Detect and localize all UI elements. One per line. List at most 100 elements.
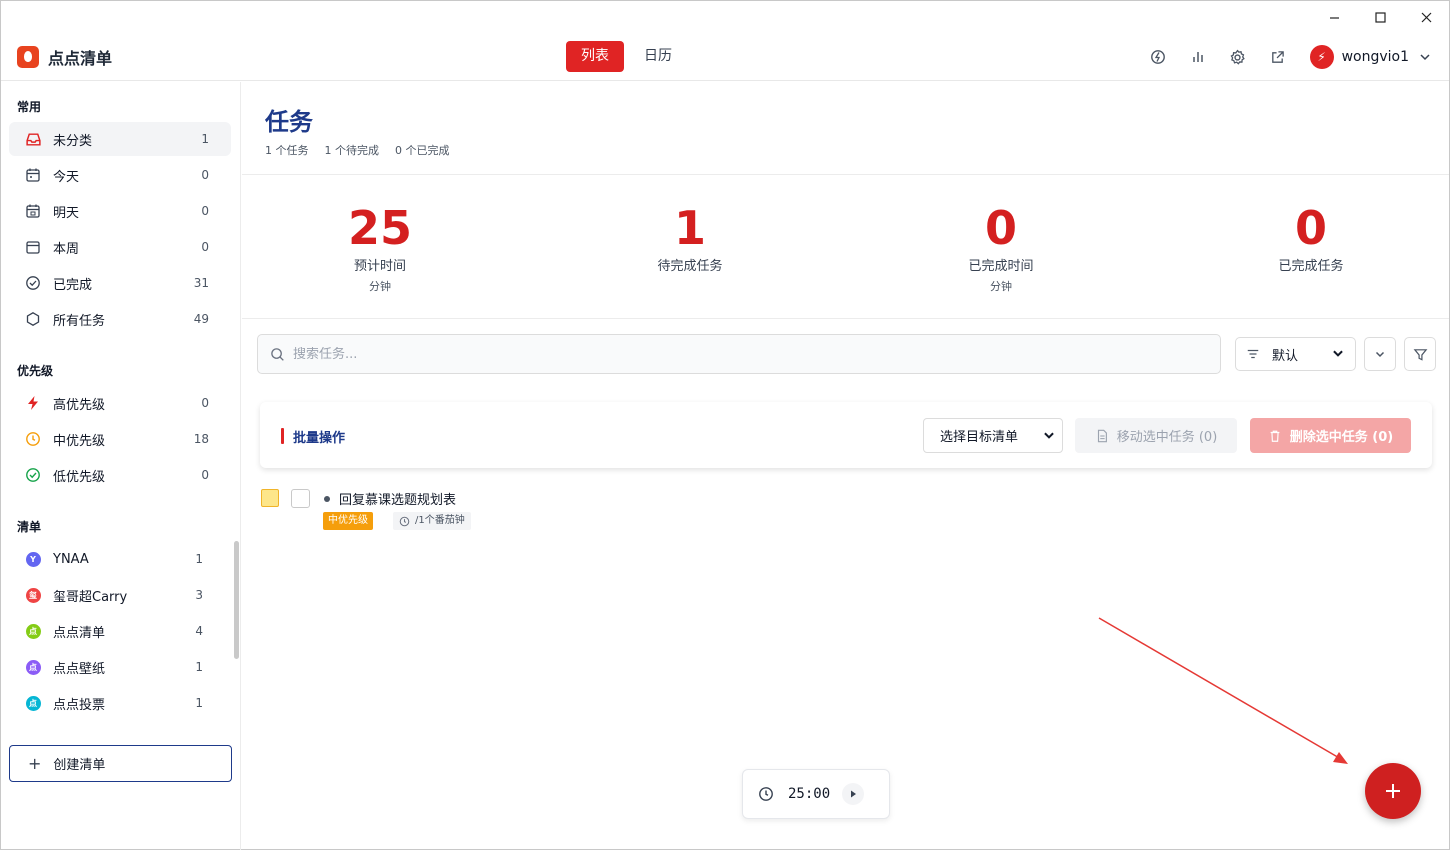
clock-icon xyxy=(399,516,410,526)
task-name[interactable]: 回复慕课选题规划表 xyxy=(339,489,456,508)
sidebar-item-label: YNAA xyxy=(53,551,89,567)
stat-label: 待完成任务 xyxy=(657,259,723,274)
section-title-common: 常用 xyxy=(17,100,42,114)
gear-icon xyxy=(1230,49,1245,65)
search-input[interactable] xyxy=(293,346,1193,362)
filter-button[interactable] xyxy=(1404,337,1436,371)
calendar-week-icon xyxy=(24,238,42,256)
stat-value: 0 xyxy=(1294,201,1327,255)
sort-icon xyxy=(1247,349,1259,359)
add-task-button[interactable] xyxy=(1365,763,1421,819)
list-badge-icon: 点 xyxy=(24,658,42,676)
search-box xyxy=(257,334,1221,374)
page-title: 任务 xyxy=(265,108,313,136)
delete-selected-label: 删除选中任务 (0) xyxy=(1289,430,1394,445)
sidebar-item-low-priority[interactable]: 低优先级 0 xyxy=(9,458,231,492)
app-name: 点点清单 xyxy=(48,49,113,68)
sidebar-item-count: 18 xyxy=(193,432,209,446)
document-icon xyxy=(1097,429,1107,442)
stats-button[interactable] xyxy=(1178,43,1218,71)
sidebar-item-list-ynaa[interactable]: Y YNAA 1 xyxy=(9,542,231,576)
close-button[interactable] xyxy=(1403,1,1449,33)
sidebar-item-uncategorized[interactable]: 未分类 1 xyxy=(9,122,231,156)
sidebar-item-list-diandian-qingdan[interactable]: 点 点点清单 4 xyxy=(9,614,231,648)
sidebar-item-label: 今天 xyxy=(53,169,80,185)
sidebar-item-label: 所有任务 xyxy=(53,313,106,329)
external-link-icon xyxy=(1272,50,1284,63)
clock-icon xyxy=(24,430,42,448)
sidebar-item-count: 1 xyxy=(201,132,209,146)
avatar: ⚡ xyxy=(1309,45,1334,69)
sidebar-item-all-tasks[interactable]: 所有任务 49 xyxy=(9,302,231,336)
summary-pending: 1 个待完成 xyxy=(324,144,380,157)
filter-icon xyxy=(1413,348,1427,361)
minimize-button[interactable] xyxy=(1311,1,1357,33)
external-link-button[interactable] xyxy=(1258,43,1298,71)
app-logo[interactable]: 点点清单 xyxy=(17,45,112,69)
sidebar-item-label: 低优先级 xyxy=(53,469,106,485)
theme-button[interactable] xyxy=(1138,43,1178,71)
sidebar-item-today[interactable]: 今天 0 xyxy=(9,158,231,192)
task-select-handle[interactable] xyxy=(261,489,279,507)
pomodoro-text: /1个番茄钟 xyxy=(415,515,465,526)
sort-select[interactable]: 默认 xyxy=(1235,337,1356,371)
sidebar-item-count: 4 xyxy=(195,624,203,638)
sidebar-item-list-diandian-toupiao[interactable]: 点 点点投票 1 xyxy=(9,686,231,720)
user-menu[interactable]: ⚡ wongvio1 xyxy=(1309,45,1431,69)
tab-list[interactable]: 列表 xyxy=(566,41,624,72)
chevron-down-icon xyxy=(1420,54,1430,61)
app-header: 点点清单 列表 日历 ⚡ wongvio1 xyxy=(1,33,1449,81)
sidebar-item-list-xige[interactable]: 玺 玺哥超Carry 3 xyxy=(9,578,231,612)
sidebar-item-list-diandian-bizhi[interactable]: 点 点点壁纸 1 xyxy=(9,650,231,684)
sidebar-item-medium-priority[interactable]: 中优先级 18 xyxy=(9,422,231,456)
stat-value: 1 xyxy=(673,201,706,255)
move-selected-button[interactable]: 移动选中任务 (0) xyxy=(1075,418,1237,453)
sidebar: 常用 未分类 1 今天 0 明天 0 本周 0 已完成 31 所有任务 49 优… xyxy=(1,82,241,850)
chevron-down-icon xyxy=(1044,432,1054,439)
header-actions: ⚡ wongvio1 xyxy=(1138,43,1431,71)
sidebar-item-completed[interactable]: 已完成 31 xyxy=(9,266,231,300)
priority-badge: 中优先级 xyxy=(323,512,373,530)
minimize-icon xyxy=(1329,16,1339,19)
maximize-button[interactable] xyxy=(1357,1,1403,33)
timer-play-button[interactable] xyxy=(842,783,865,805)
sidebar-item-label: 已完成 xyxy=(53,277,93,293)
sidebar-item-this-week[interactable]: 本周 0 xyxy=(9,230,231,264)
settings-button[interactable] xyxy=(1218,43,1258,71)
sidebar-item-label: 高优先级 xyxy=(53,397,106,413)
close-icon xyxy=(1421,12,1431,22)
delete-selected-button[interactable]: 删除选中任务 (0) xyxy=(1250,418,1411,453)
stat-completed-time: 0 已完成时间 分钟 xyxy=(891,203,1111,294)
create-list-button[interactable]: + 创建清单 xyxy=(9,745,232,782)
sidebar-item-high-priority[interactable]: 高优先级 0 xyxy=(9,386,231,420)
calendar-next-icon xyxy=(24,202,42,220)
target-list-select[interactable]: 选择目标清单 xyxy=(923,418,1063,453)
pomodoro-timer: 25:00 xyxy=(742,769,890,819)
sidebar-item-label: 中优先级 xyxy=(53,433,106,449)
sidebar-item-count: 1 xyxy=(195,696,203,710)
theme-icon xyxy=(1150,50,1165,64)
task-bullet xyxy=(324,496,330,502)
app-window: 点点清单 列表 日历 ⚡ wongvio1 常用 未分类 1 今天 0 明天 0… xyxy=(0,0,1450,850)
stat-completed-tasks: 0 已完成任务 xyxy=(1201,203,1421,274)
sidebar-item-label: 点点投票 xyxy=(53,697,106,713)
summary-completed: 0 个已完成 xyxy=(395,144,450,157)
stat-label: 预计时间 xyxy=(353,259,406,274)
sidebar-scrollbar[interactable] xyxy=(234,541,239,659)
task-checkbox[interactable] xyxy=(291,489,310,508)
sidebar-item-tomorrow[interactable]: 明天 0 xyxy=(9,194,231,228)
search-icon xyxy=(271,347,284,361)
tab-calendar[interactable]: 日历 xyxy=(629,41,687,72)
stats-icon xyxy=(1192,52,1203,62)
sort-direction-button[interactable] xyxy=(1364,337,1396,371)
stat-label: 已完成任务 xyxy=(1278,259,1344,274)
list-badge-icon: 玺 xyxy=(24,586,42,604)
maximize-icon xyxy=(1374,11,1386,23)
sidebar-item-count: 0 xyxy=(201,396,209,410)
stat-unit: 分钟 xyxy=(990,280,1012,293)
task-row[interactable]: 回复慕课选题规划表 中优先级 /1个番茄钟 xyxy=(260,486,860,536)
list-badge-icon: 点 xyxy=(24,694,42,712)
view-tabs: 列表 日历 xyxy=(566,41,687,72)
logo-icon xyxy=(17,46,39,68)
sidebar-item-label: 点点清单 xyxy=(53,625,106,641)
